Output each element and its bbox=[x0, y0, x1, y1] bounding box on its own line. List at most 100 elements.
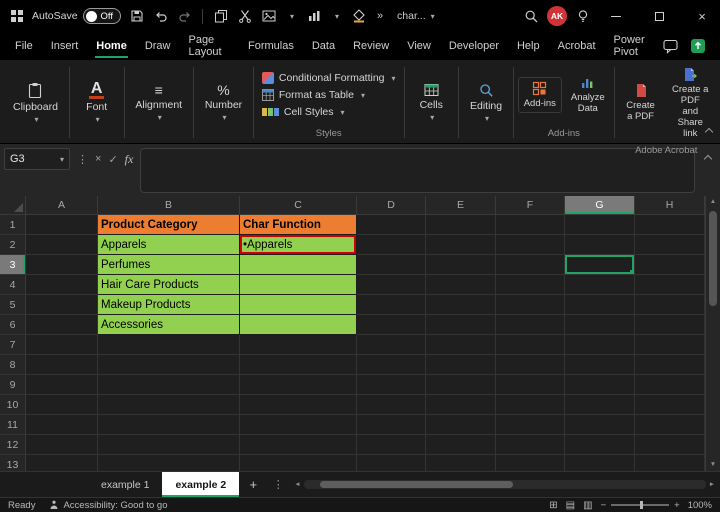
cell-B9[interactable] bbox=[98, 375, 240, 395]
row-header-1[interactable]: 1 bbox=[0, 215, 26, 235]
scroll-down-icon[interactable]: ▼ bbox=[710, 461, 716, 469]
ribbon-tab-review[interactable]: Review bbox=[344, 32, 398, 60]
cell-H8[interactable] bbox=[635, 355, 705, 375]
picture-icon[interactable] bbox=[260, 8, 277, 25]
format-as-table-button[interactable]: Format as Table ▾ bbox=[258, 88, 369, 102]
cell-B6[interactable]: Accessories bbox=[98, 315, 240, 335]
column-header-G[interactable]: G bbox=[565, 196, 635, 214]
cell-B1[interactable]: Product Category bbox=[98, 215, 240, 235]
cell-B5[interactable]: Makeup Products bbox=[98, 295, 240, 315]
horizontal-scroll-thumb[interactable] bbox=[320, 481, 513, 488]
cell-H10[interactable] bbox=[635, 395, 705, 415]
column-header-D[interactable]: D bbox=[357, 196, 426, 214]
cell-E9[interactable] bbox=[426, 375, 496, 395]
zoom-slider-thumb[interactable] bbox=[640, 501, 643, 509]
row-header-3[interactable]: 3 bbox=[0, 255, 26, 275]
cell-F3[interactable] bbox=[496, 255, 565, 275]
cell-D12[interactable] bbox=[357, 435, 426, 455]
ribbon-tab-page-layout[interactable]: Page Layout bbox=[179, 32, 239, 60]
cell-B12[interactable] bbox=[98, 435, 240, 455]
cell-C3[interactable] bbox=[240, 255, 357, 275]
cell-D1[interactable] bbox=[357, 215, 426, 235]
cell-C5[interactable] bbox=[240, 295, 357, 315]
row-header-2[interactable]: 2 bbox=[0, 235, 26, 255]
cell-G10[interactable] bbox=[565, 395, 635, 415]
more-commands-icon[interactable]: » bbox=[374, 10, 386, 22]
cell-G7[interactable] bbox=[565, 335, 635, 355]
cell-E4[interactable] bbox=[426, 275, 496, 295]
column-header-E[interactable]: E bbox=[426, 196, 496, 214]
cell-E3[interactable] bbox=[426, 255, 496, 275]
ribbon-tab-developer[interactable]: Developer bbox=[440, 32, 508, 60]
search-icon[interactable] bbox=[523, 8, 540, 25]
cell-E13[interactable] bbox=[426, 455, 496, 471]
cell-F2[interactable] bbox=[496, 235, 565, 255]
cell-A11[interactable] bbox=[26, 415, 98, 435]
cell-D5[interactable] bbox=[357, 295, 426, 315]
cell-F1[interactable] bbox=[496, 215, 565, 235]
autosave-toggle[interactable]: Off bbox=[83, 8, 122, 24]
cell-F13[interactable] bbox=[496, 455, 565, 471]
insert-function-button[interactable]: fx bbox=[125, 152, 134, 167]
cells-button[interactable]: Cells ▾ bbox=[408, 63, 454, 142]
vertical-scroll-track[interactable] bbox=[706, 208, 720, 459]
cell-G3[interactable] bbox=[565, 255, 635, 275]
cell-G5[interactable] bbox=[565, 295, 635, 315]
analyze-data-button[interactable]: Analyze Data bbox=[566, 72, 610, 119]
ribbon-tab-data[interactable]: Data bbox=[303, 32, 344, 60]
column-header-C[interactable]: C bbox=[240, 196, 357, 214]
cell-F5[interactable] bbox=[496, 295, 565, 315]
row-header-12[interactable]: 12 bbox=[0, 435, 26, 455]
cell-D9[interactable] bbox=[357, 375, 426, 395]
cell-C4[interactable] bbox=[240, 275, 357, 295]
page-break-view-icon[interactable]: ▥ bbox=[583, 500, 592, 511]
row-header-4[interactable]: 4 bbox=[0, 275, 26, 295]
cell-F4[interactable] bbox=[496, 275, 565, 295]
font-button[interactable]: A Font ▾ bbox=[74, 63, 120, 142]
addins-button[interactable]: Add-ins bbox=[518, 77, 562, 114]
cell-F9[interactable] bbox=[496, 375, 565, 395]
cell-H7[interactable] bbox=[635, 335, 705, 355]
clipboard-button[interactable]: Clipboard ▾ bbox=[6, 63, 65, 142]
cell-F7[interactable] bbox=[496, 335, 565, 355]
cell-A12[interactable] bbox=[26, 435, 98, 455]
cell-H13[interactable] bbox=[635, 455, 705, 471]
zoom-slider[interactable] bbox=[611, 504, 669, 506]
scroll-left-icon[interactable]: ◄ bbox=[294, 481, 300, 489]
vertical-scrollbar[interactable]: ▲ ▼ bbox=[705, 196, 720, 471]
row-header-11[interactable]: 11 bbox=[0, 415, 26, 435]
cell-A9[interactable] bbox=[26, 375, 98, 395]
cell-H11[interactable] bbox=[635, 415, 705, 435]
scroll-right-icon[interactable]: ► bbox=[709, 481, 715, 489]
comments-icon[interactable] bbox=[662, 38, 679, 55]
formula-input[interactable] bbox=[140, 148, 695, 193]
name-box[interactable]: G3 ▾ bbox=[4, 148, 70, 170]
ribbon-tab-formulas[interactable]: Formulas bbox=[239, 32, 303, 60]
cell-E12[interactable] bbox=[426, 435, 496, 455]
collapse-formula-bar-button[interactable] bbox=[700, 148, 716, 170]
cell-B13[interactable] bbox=[98, 455, 240, 471]
ribbon-tab-help[interactable]: Help bbox=[508, 32, 549, 60]
ribbon-tab-power-pivot[interactable]: Power Pivot bbox=[605, 32, 662, 60]
cell-E7[interactable] bbox=[426, 335, 496, 355]
cell-C13[interactable] bbox=[240, 455, 357, 471]
cell-H5[interactable] bbox=[635, 295, 705, 315]
cut-icon[interactable] bbox=[236, 8, 253, 25]
cell-H4[interactable] bbox=[635, 275, 705, 295]
cell-F6[interactable] bbox=[496, 315, 565, 335]
cell-H9[interactable] bbox=[635, 375, 705, 395]
cell-C11[interactable] bbox=[240, 415, 357, 435]
cell-C10[interactable] bbox=[240, 395, 357, 415]
normal-view-icon[interactable]: ⊞ bbox=[549, 500, 557, 511]
zoom-out-button[interactable]: − bbox=[601, 500, 607, 511]
cell-H6[interactable] bbox=[635, 315, 705, 335]
scroll-up-icon[interactable]: ▲ bbox=[710, 198, 716, 206]
cell-E1[interactable] bbox=[426, 215, 496, 235]
cell-D2[interactable] bbox=[357, 235, 426, 255]
cell-F10[interactable] bbox=[496, 395, 565, 415]
zoom-in-button[interactable]: + bbox=[674, 500, 680, 511]
fill-color-icon[interactable] bbox=[350, 8, 367, 25]
cell-B7[interactable] bbox=[98, 335, 240, 355]
collapse-ribbon-button[interactable] bbox=[706, 126, 712, 138]
cell-G12[interactable] bbox=[565, 435, 635, 455]
